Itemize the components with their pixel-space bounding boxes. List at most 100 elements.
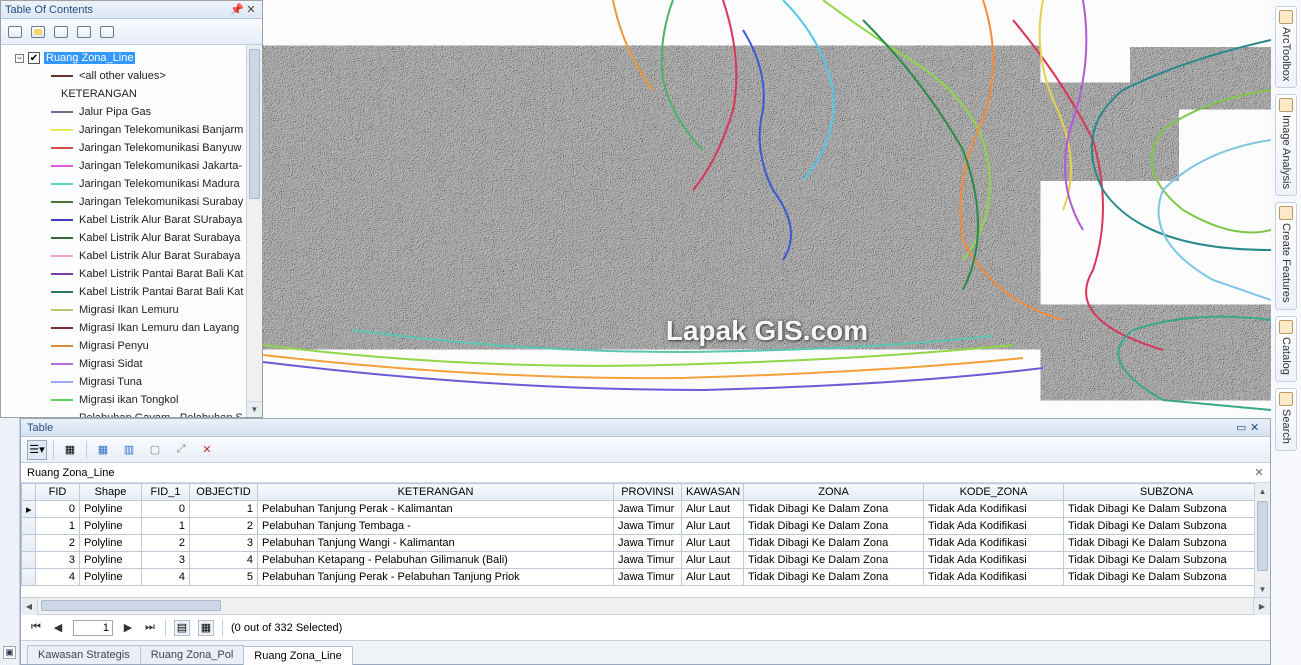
column-header[interactable]: SUBZONA: [1064, 484, 1270, 501]
cell[interactable]: Pelabuhan Tanjung Tembaga -: [258, 518, 614, 535]
cell[interactable]: Tidak Ada Kodifikasi: [924, 518, 1064, 535]
symbol-row[interactable]: Migrasi ikan Tongkol: [7, 391, 262, 409]
dock-tab[interactable]: Create Features: [1275, 202, 1297, 309]
cell[interactable]: Polyline: [80, 518, 142, 535]
symbol-row[interactable]: Jaringan Telekomunikasi Jakarta-: [7, 157, 262, 175]
symbol-row[interactable]: Migrasi Tuna: [7, 373, 262, 391]
scroll-thumb[interactable]: [249, 49, 260, 199]
row-selector[interactable]: [22, 569, 36, 586]
symbol-row[interactable]: Jalur Pipa Gas: [7, 103, 262, 121]
column-header[interactable]: KETERANGAN: [258, 484, 614, 501]
cell[interactable]: Jawa Timur: [614, 552, 682, 569]
cell[interactable]: 5: [190, 569, 258, 586]
cell[interactable]: 3: [36, 552, 80, 569]
list-by-visibility-button[interactable]: [51, 22, 71, 42]
prev-record-button[interactable]: ◀: [51, 621, 65, 635]
cell[interactable]: Tidak Dibagi Ke Dalam Zona: [744, 501, 924, 518]
table-row[interactable]: 1Polyline12Pelabuhan Tanjung Tembaga -Ja…: [22, 518, 1270, 535]
row-selector[interactable]: [22, 518, 36, 535]
cell[interactable]: Pelabuhan Ketapang - Pelabuhan Gilimanuk…: [258, 552, 614, 569]
cell[interactable]: Pelabuhan Tanjung Wangi - Kalimantan: [258, 535, 614, 552]
symbol-row[interactable]: Migrasi Ikan Lemuru: [7, 301, 262, 319]
scroll-down-icon[interactable]: ▼: [247, 401, 262, 417]
table-row[interactable]: 4Polyline45Pelabuhan Tanjung Perak - Pel…: [22, 569, 1270, 586]
cell[interactable]: 2: [36, 535, 80, 552]
table-toggle-button[interactable]: ▣: [3, 646, 16, 659]
cell[interactable]: Jawa Timur: [614, 569, 682, 586]
cell[interactable]: Polyline: [80, 569, 142, 586]
cell[interactable]: Tidak Dibagi Ke Dalam Zona: [744, 552, 924, 569]
symbol-row[interactable]: Migrasi Penyu: [7, 337, 262, 355]
cell[interactable]: Alur Laut: [682, 552, 744, 569]
show-all-button[interactable]: ▤: [174, 620, 190, 636]
cell[interactable]: Tidak Dibagi Ke Dalam Zona: [744, 569, 924, 586]
scroll-up-icon[interactable]: ▲: [1255, 483, 1270, 499]
symbol-row[interactable]: <all other values>: [7, 67, 262, 85]
layer-name[interactable]: Ruang Zona_Line: [44, 52, 135, 64]
symbol-row[interactable]: Kabel Listrik Alur Barat Surabaya: [7, 247, 262, 265]
column-header[interactable]: FID_1: [142, 484, 190, 501]
table-row[interactable]: ▸0Polyline01Pelabuhan Tanjung Perak - Ka…: [22, 501, 1270, 518]
first-record-button[interactable]: ⏮: [29, 621, 43, 635]
row-selector[interactable]: ▸: [22, 501, 36, 518]
cell[interactable]: Tidak Dibagi Ke Dalam Subzona: [1064, 535, 1270, 552]
show-selected-button[interactable]: ▦: [198, 620, 214, 636]
cell[interactable]: Jawa Timur: [614, 535, 682, 552]
select-by-attr-button[interactable]: ▦: [93, 440, 113, 460]
table-tab[interactable]: Kawasan Strategis: [27, 645, 141, 664]
cell[interactable]: 2: [190, 518, 258, 535]
cell[interactable]: Tidak Dibagi Ke Dalam Subzona: [1064, 501, 1270, 518]
cell[interactable]: Tidak Dibagi Ke Dalam Subzona: [1064, 552, 1270, 569]
collapse-icon[interactable]: −: [15, 54, 24, 63]
toc-scrollbar[interactable]: ▲ ▼: [246, 45, 262, 417]
cell[interactable]: Alur Laut: [682, 501, 744, 518]
related-tables-button[interactable]: ▦: [60, 440, 80, 460]
attribute-grid[interactable]: FIDShapeFID_1OBJECTIDKETERANGANPROVINSIK…: [21, 483, 1270, 586]
cell[interactable]: 2: [142, 535, 190, 552]
column-header[interactable]: KODE_ZONA: [924, 484, 1064, 501]
table-row[interactable]: 2Polyline23Pelabuhan Tanjung Wangi - Kal…: [22, 535, 1270, 552]
symbol-row[interactable]: Kabel Listrik Pantai Barat Bali Kat: [7, 265, 262, 283]
zoom-selection-button[interactable]: ⤢: [171, 440, 191, 460]
cell[interactable]: Tidak Dibagi Ke Dalam Zona: [744, 518, 924, 535]
row-selector[interactable]: [22, 535, 36, 552]
symbol-row[interactable]: Jaringan Telekomunikasi Banyuw: [7, 139, 262, 157]
cell[interactable]: Alur Laut: [682, 518, 744, 535]
dock-tab[interactable]: Image Analysis: [1275, 94, 1297, 196]
symbol-row[interactable]: Jaringan Telekomunikasi Surabay: [7, 193, 262, 211]
table-tab[interactable]: Ruang Zona_Pol: [140, 645, 245, 664]
next-record-button[interactable]: ▶: [121, 621, 135, 635]
record-input[interactable]: [73, 620, 113, 636]
symbol-row[interactable]: Jaringan Telekomunikasi Banjarm: [7, 121, 262, 139]
cell[interactable]: 3: [190, 535, 258, 552]
symbol-row[interactable]: Kabel Listrik Alur Barat SUrabaya: [7, 211, 262, 229]
switch-selection-button[interactable]: ▥: [119, 440, 139, 460]
scroll-thumb[interactable]: [1257, 501, 1268, 571]
close-icon[interactable]: ✕: [244, 3, 258, 17]
scroll-left-icon[interactable]: ◀: [21, 598, 38, 615]
cell[interactable]: 4: [142, 569, 190, 586]
dock-tab[interactable]: ArcToolbox: [1275, 6, 1297, 88]
pin-icon[interactable]: 📌: [230, 3, 244, 17]
options-button[interactable]: [97, 22, 117, 42]
cell[interactable]: 1: [36, 518, 80, 535]
cell[interactable]: 4: [36, 569, 80, 586]
cell[interactable]: 1: [142, 518, 190, 535]
cell[interactable]: Tidak Ada Kodifikasi: [924, 535, 1064, 552]
list-by-drawing-button[interactable]: [5, 22, 25, 42]
symbol-row[interactable]: Migrasi Sidat: [7, 355, 262, 373]
cell[interactable]: Polyline: [80, 501, 142, 518]
restore-icon[interactable]: ▭: [1236, 421, 1250, 434]
layer-row[interactable]: − ✔ Ruang Zona_Line: [7, 49, 262, 67]
symbol-row[interactable]: Kabel Listrik Alur Barat Surabaya: [7, 229, 262, 247]
column-header[interactable]: [22, 484, 36, 501]
cell[interactable]: Tidak Dibagi Ke Dalam Subzona: [1064, 569, 1270, 586]
list-by-source-button[interactable]: [28, 22, 48, 42]
scroll-thumb[interactable]: [41, 600, 221, 611]
cell[interactable]: 3: [142, 552, 190, 569]
last-record-button[interactable]: ⏭: [143, 621, 157, 635]
cell[interactable]: Alur Laut: [682, 569, 744, 586]
cell[interactable]: Tidak Ada Kodifikasi: [924, 552, 1064, 569]
symbol-row[interactable]: Kabel Listrik Pantai Barat Bali Kat: [7, 283, 262, 301]
scroll-right-icon[interactable]: ▶: [1253, 598, 1270, 615]
